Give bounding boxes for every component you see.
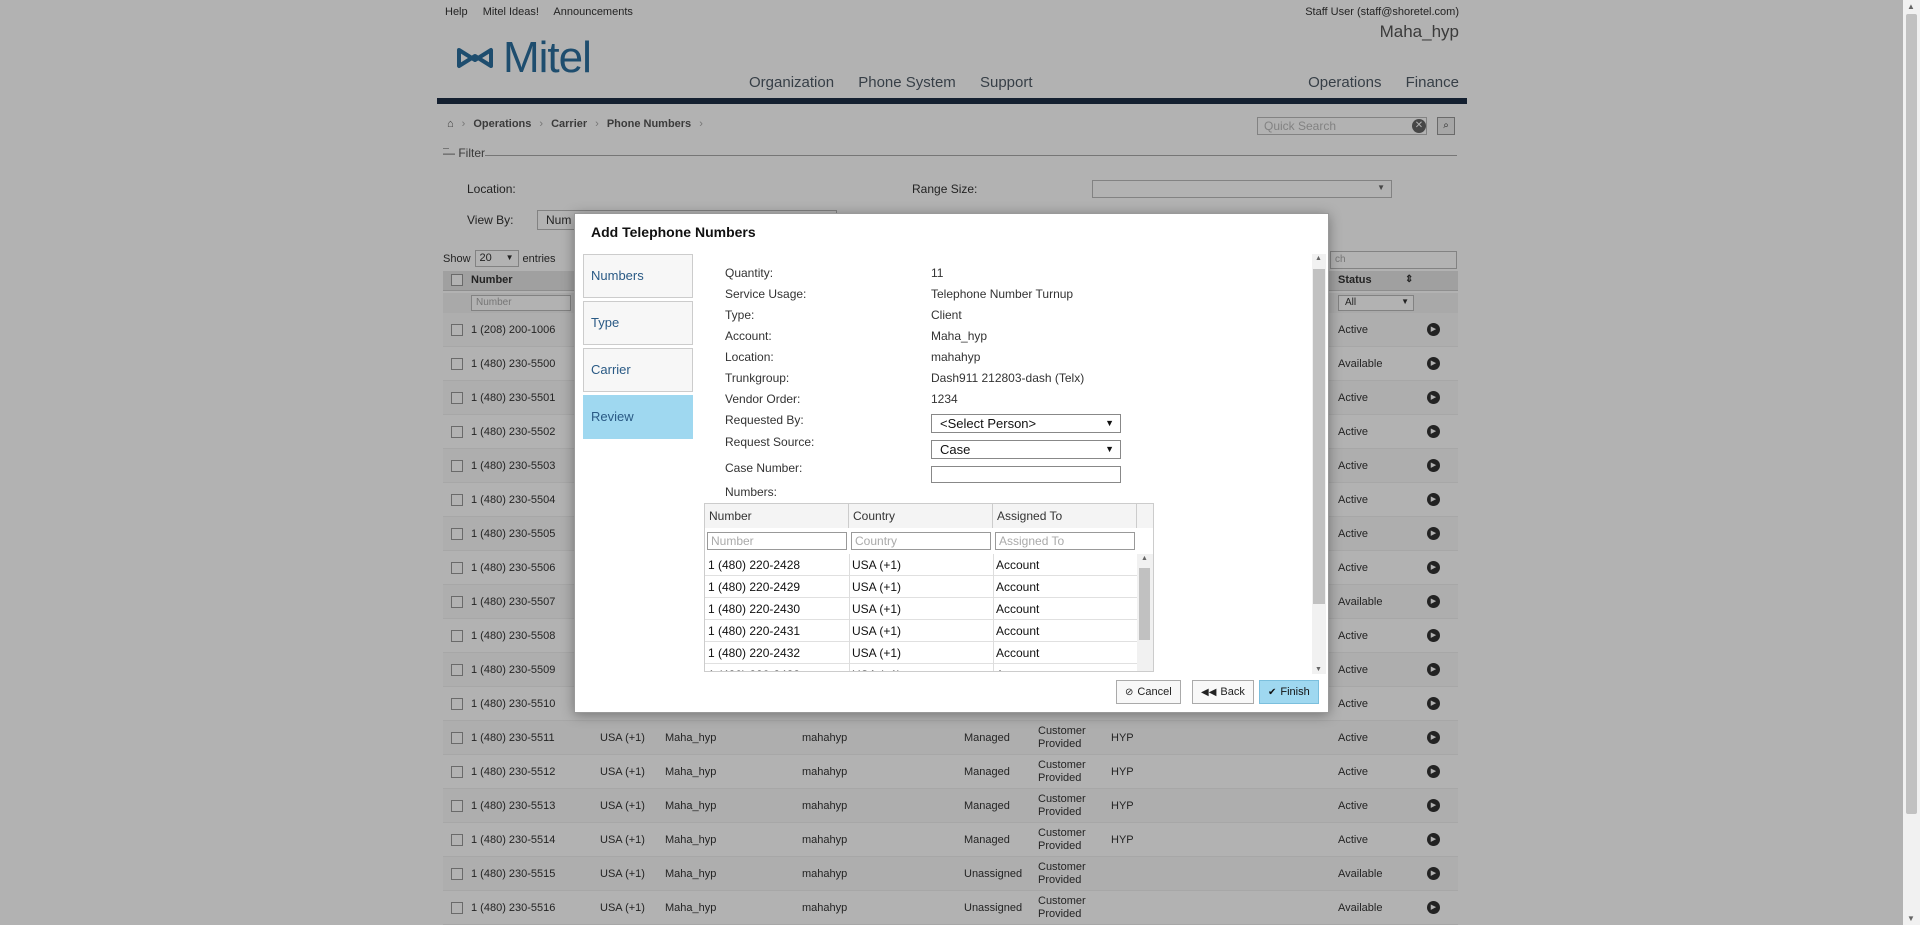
field-label: Service Usage: — [725, 287, 807, 301]
step-carrier[interactable]: Carrier — [583, 348, 693, 392]
grid-cell-number: 1 (480) 220-2432 — [708, 646, 801, 660]
scroll-up-icon[interactable]: ▲ — [1907, 2, 1915, 11]
grid-row[interactable]: 1 (480) 220-2433 USA (+1) Account — [705, 664, 1137, 671]
cancel-label: Cancel — [1137, 686, 1172, 698]
grid-cell-number: 1 (480) 220-2429 — [708, 580, 801, 594]
field-label: Type: — [725, 308, 755, 322]
grid-filter-assigned-to[interactable]: Assigned To — [995, 532, 1135, 550]
step-type[interactable]: Type — [583, 301, 693, 345]
grid-cell-country: USA (+1) — [852, 624, 902, 638]
cancel-button[interactable]: ⊘ Cancel — [1116, 680, 1181, 704]
field-label: Trunkgroup: — [725, 371, 790, 385]
field-label: Quantity: — [725, 266, 774, 280]
page-scrollbar-thumb[interactable] — [1906, 14, 1917, 814]
request-source-select[interactable]: Case — [931, 440, 1121, 459]
grid-cell-country: USA (+1) — [852, 668, 901, 671]
field-label: Case Number: — [725, 461, 803, 475]
back-button[interactable]: ◀◀ Back — [1192, 680, 1254, 704]
case-number-input[interactable] — [931, 466, 1121, 483]
field-label: Vendor Order: — [725, 392, 801, 406]
numbers-grid: Number Country Assigned To Number Countr… — [704, 503, 1154, 672]
grid-header-spacer — [1137, 504, 1153, 528]
field-label: Request Source: — [725, 435, 815, 449]
grid-scrollbar[interactable]: ▲ — [1137, 554, 1153, 671]
page-scrollbar[interactable]: ▲ ▼ — [1903, 0, 1920, 925]
grid-cell-country: USA (+1) — [852, 646, 902, 660]
grid-cell-country: USA (+1) — [852, 580, 902, 594]
grid-cell-assigned: Account — [996, 668, 1039, 671]
check-icon: ✔ — [1268, 686, 1277, 698]
dialog-scrollbar-thumb[interactable] — [1313, 269, 1325, 604]
step-review[interactable]: Review — [583, 395, 693, 439]
grid-column-assigned-to[interactable]: Assigned To — [993, 504, 1137, 528]
grid-cell-number: 1 (480) 220-2433 — [708, 668, 800, 671]
grid-cell-assigned: Account — [996, 646, 1040, 660]
field-value: Maha_hyp — [931, 329, 988, 343]
grid-filter-number[interactable]: Number — [707, 532, 847, 550]
grid-scrollbar-thumb[interactable] — [1139, 568, 1150, 640]
scroll-up-icon[interactable]: ▲ — [1315, 255, 1322, 262]
back-label: Back — [1220, 686, 1245, 698]
grid-column-number[interactable]: Number — [705, 504, 849, 528]
field-value: Dash911 212803-dash (Telx) — [931, 371, 1085, 385]
field-value: mahahyp — [931, 350, 981, 364]
field-label: Numbers: — [725, 485, 778, 499]
wizard-steps: Numbers Type Carrier Review — [583, 254, 693, 442]
field-label: Location: — [725, 350, 774, 364]
grid-row[interactable]: 1 (480) 220-2431 USA (+1) Account — [705, 620, 1137, 642]
finish-button[interactable]: ✔ Finish — [1259, 680, 1319, 704]
add-telephone-numbers-dialog: Add Telephone Numbers Numbers Type Carri… — [574, 213, 1329, 713]
requested-by-select[interactable]: <Select Person> — [931, 414, 1121, 433]
grid-column-country[interactable]: Country — [849, 504, 993, 528]
grid-filter-country[interactable]: Country — [851, 532, 991, 550]
grid-cell-assigned: Account — [996, 558, 1040, 572]
dialog-title: Add Telephone Numbers — [591, 224, 756, 240]
dialog-scrollbar[interactable]: ▲ ▼ — [1312, 254, 1326, 674]
grid-divider — [993, 554, 994, 671]
grid-cell-number: 1 (480) 220-2430 — [708, 602, 801, 616]
grid-row[interactable]: 1 (480) 220-2432 USA (+1) Account — [705, 642, 1137, 664]
scroll-down-icon[interactable]: ▼ — [1315, 666, 1322, 673]
back-icon: ◀◀ — [1201, 686, 1217, 698]
grid-cell-assigned: Account — [996, 580, 1040, 594]
step-numbers[interactable]: Numbers — [583, 254, 693, 298]
field-label: Requested By: — [725, 413, 804, 427]
field-value: Telephone Number Turnup — [931, 287, 1074, 301]
grid-cell-number: 1 (480) 220-2428 — [708, 558, 801, 572]
grid-cell-country: USA (+1) — [852, 558, 902, 572]
grid-divider — [849, 554, 850, 671]
grid-cell-assigned: Account — [996, 624, 1040, 638]
grid-cell-number: 1 (480) 220-2431 — [708, 624, 801, 638]
field-label: Account: — [725, 329, 772, 343]
grid-row[interactable]: 1 (480) 220-2429 USA (+1) Account — [705, 576, 1137, 598]
scroll-down-icon[interactable]: ▼ — [1907, 914, 1915, 923]
field-value: Client — [931, 308, 962, 322]
scroll-up-icon[interactable]: ▲ — [1141, 555, 1148, 562]
field-value: 11 — [931, 266, 944, 280]
grid-row[interactable]: 1 (480) 220-2428 USA (+1) Account — [705, 554, 1137, 576]
finish-label: Finish — [1280, 686, 1310, 698]
field-value: 1234 — [931, 392, 958, 406]
grid-row[interactable]: 1 (480) 220-2430 USA (+1) Account — [705, 598, 1137, 620]
grid-cell-assigned: Account — [996, 602, 1040, 616]
cancel-icon: ⊘ — [1125, 686, 1134, 698]
grid-cell-country: USA (+1) — [852, 602, 902, 616]
